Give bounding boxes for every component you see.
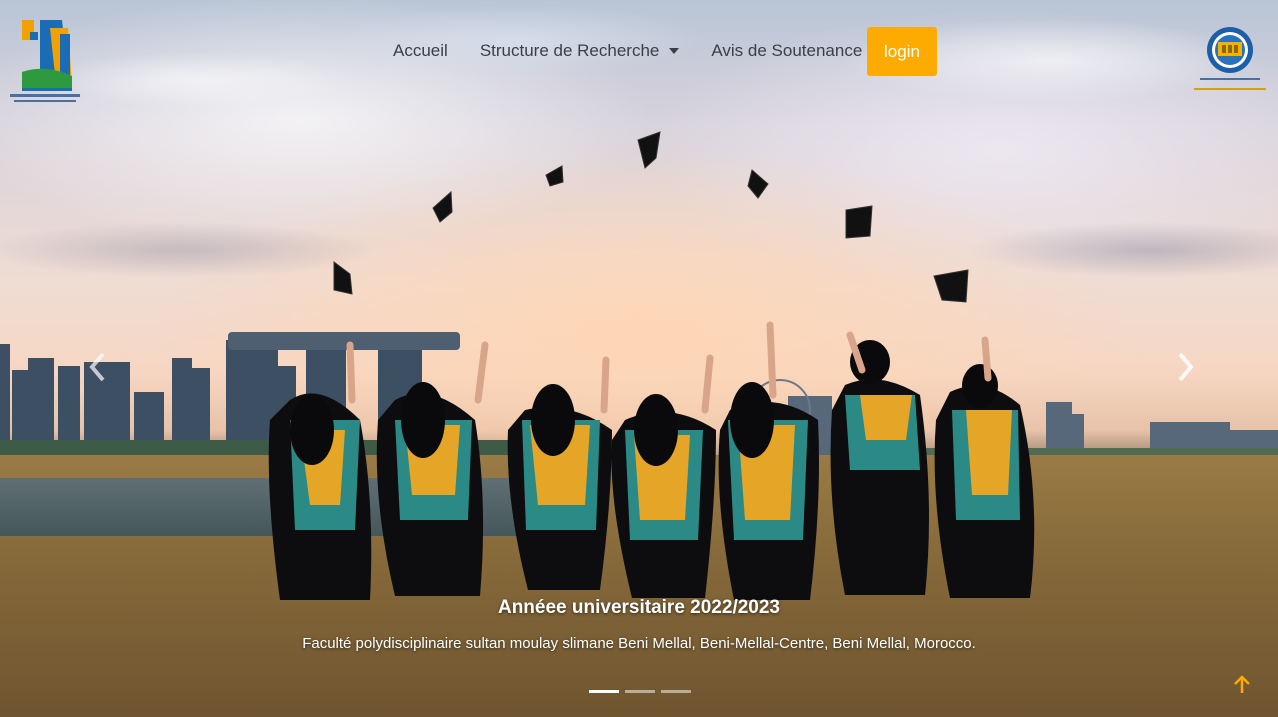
carousel-next-button[interactable] [1175, 350, 1195, 384]
carousel-prev-button[interactable] [88, 350, 108, 384]
navbar: Accueil Structure de Recherche Avis de S… [0, 0, 1278, 110]
nav-avis-label: Avis de Soutenance [711, 41, 863, 60]
nav-avis-de-soutenance-dropdown[interactable]: Avis de Soutenance [711, 41, 883, 61]
nav-links: Accueil Structure de Recherche Avis de S… [393, 27, 914, 75]
login-label: login [884, 41, 920, 61]
arrow-up-icon [1234, 675, 1250, 693]
nav-structure-de-recherche-dropdown[interactable]: Structure de Recherche [480, 41, 680, 61]
nav-accueil-label: Accueil [393, 41, 448, 60]
nav-structure-label: Structure de Recherche [479, 41, 660, 60]
caption-text: Faculté polydisciplinaire sultan moulay … [302, 635, 976, 652]
login-button[interactable]: login [867, 27, 937, 76]
faculty-logo[interactable] [1192, 22, 1268, 102]
university-logo[interactable] [10, 14, 80, 104]
nav-accueil[interactable]: Accueil [393, 41, 448, 61]
chevron-right-icon [1178, 352, 1194, 382]
carousel-indicator-1[interactable] [589, 690, 619, 693]
carousel-caption: Annéee universitaire 2022/2023 Faculté p… [0, 594, 1278, 654]
carousel-indicators [589, 690, 697, 693]
carousel-indicator-3[interactable] [661, 690, 691, 693]
back-to-top-button[interactable] [1232, 673, 1252, 695]
chevron-left-icon [89, 352, 105, 382]
caption-title: Annéee universitaire 2022/2023 [497, 597, 780, 618]
carousel-indicator-2[interactable] [625, 690, 655, 693]
chevron-down-icon [669, 48, 680, 54]
